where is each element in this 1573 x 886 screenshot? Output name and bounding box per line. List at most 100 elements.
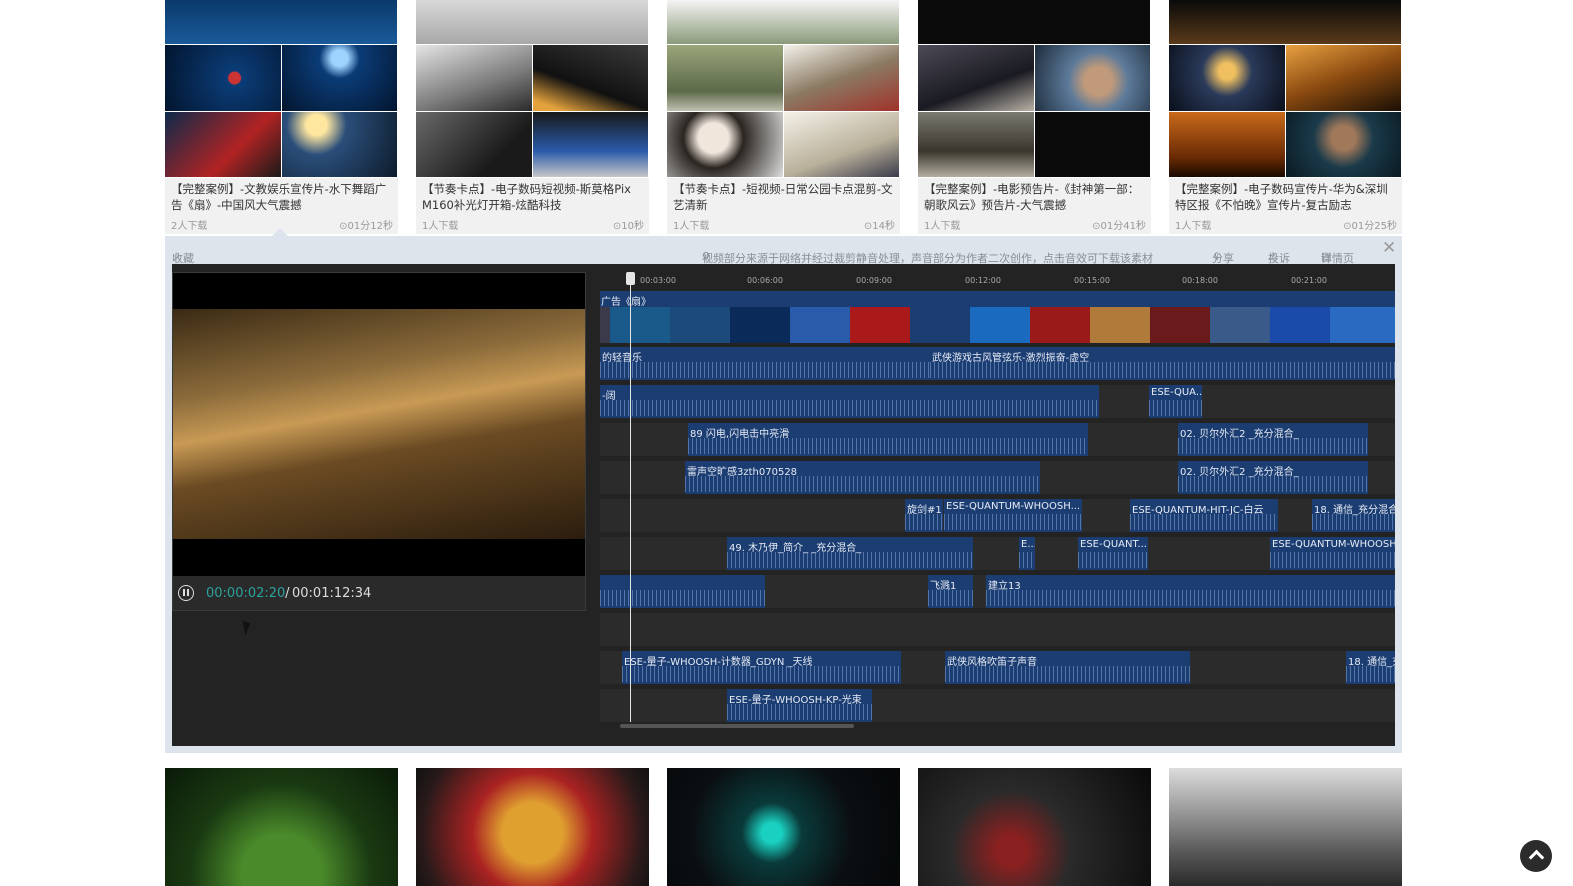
audio-clip[interactable]: 18. 通信_充 bbox=[1346, 651, 1395, 684]
duration: ⊙01分41秒 bbox=[1092, 221, 1146, 232]
audio-clip[interactable]: ESE-QUANTUM-WHOOSH... bbox=[944, 499, 1082, 532]
audio-clip[interactable]: ESE-量子-WHOOSH-KP-光束 bbox=[727, 689, 872, 722]
audio-track[interactable]: 49. 木乃伊_简介_ _充分混合_ E... ESE-QUANT... ESE… bbox=[600, 537, 1395, 570]
clock-icon: ⊙ bbox=[339, 221, 348, 232]
video-card[interactable] bbox=[667, 768, 900, 886]
card-title[interactable]: 【节奏卡点】-短视频-日常公园卡点混剪-文艺清新 bbox=[673, 181, 895, 213]
video-card[interactable] bbox=[165, 768, 398, 886]
playhead-handle[interactable] bbox=[626, 272, 635, 285]
current-time: 00:00:02:20 bbox=[206, 586, 286, 601]
card-title[interactable]: 【节奏卡点】-电子数码短视频-斯莫格Pix M160补光灯开箱-炫酷科技 bbox=[422, 181, 644, 213]
card-title[interactable]: 【完整案例】-电子数码宣传片-华为&深圳特区报《不怕晚》宣传片-复古励志 bbox=[1175, 181, 1397, 213]
card-meta: 1人下载 ⊙01分41秒 bbox=[924, 217, 1146, 232]
video-card[interactable]: 【完整案例】-文教娱乐宣传片-水下舞蹈广告《扇》-中国风大气震撼 2人下载 ⊙01… bbox=[165, 0, 398, 234]
video-card[interactable]: 【完整案例】-电子数码宣传片-华为&深圳特区报《不怕晚》宣传片-复古励志 1人下… bbox=[1169, 0, 1402, 234]
audio-track[interactable]: ESE-量子-WHOOSH-KP-光束 bbox=[600, 689, 1395, 722]
video-card[interactable]: 【节奏卡点】-短视频-日常公园卡点混剪-文艺清新 1人下载 ⊙14秒 bbox=[667, 0, 900, 234]
audio-clip[interactable]: 49. 木乃伊_简介_ _充分混合_ bbox=[727, 537, 973, 570]
clock-icon: ⊙ bbox=[612, 221, 622, 232]
clock-icon: ⊙ bbox=[1092, 221, 1101, 232]
card-thumbnail[interactable] bbox=[165, 0, 398, 178]
video-preview[interactable]: 00:00:02:20 / 00:01:12:34 bbox=[172, 272, 586, 611]
audio-track[interactable] bbox=[600, 613, 1395, 646]
ruler-tick: 00:03:00 bbox=[640, 276, 676, 285]
video-card[interactable] bbox=[416, 768, 649, 886]
pause-icon[interactable] bbox=[178, 585, 194, 601]
audio-clip[interactable]: 雷声空旷感3zth070528 bbox=[685, 461, 1040, 494]
audio-track[interactable]: ESE-量子-WHOOSH-计数器_GDYN _天线 武侠风格吹笛子声音 18.… bbox=[600, 651, 1395, 684]
total-time: 00:01:12:34 bbox=[292, 586, 372, 601]
ruler-tick: 00:06:00 bbox=[747, 276, 783, 285]
audio-clip[interactable]: ESE-量子-WHOOSH-计数器_GDYN _天线 bbox=[622, 651, 901, 684]
audio-clip[interactable]: -阔 bbox=[600, 385, 1099, 418]
card-meta: 1人下载 ⊙10秒 bbox=[422, 217, 644, 232]
audio-clip[interactable] bbox=[600, 575, 765, 608]
card-title[interactable]: 【完整案例】-文教娱乐宣传片-水下舞蹈广告《扇》-中国风大气震撼 bbox=[171, 181, 393, 213]
video-image bbox=[173, 309, 585, 539]
download-count: 1人下载 bbox=[1175, 221, 1212, 232]
audio-track[interactable]: 89 闪电,闪电击中亮滑 02. 贝尔外汇2 _充分混合_ bbox=[600, 423, 1395, 456]
card-meta: 1人下载 ⊙14秒 bbox=[673, 217, 895, 232]
audio-clip[interactable]: 旋剑#1 bbox=[905, 499, 943, 532]
playhead[interactable] bbox=[630, 272, 631, 722]
timeline-ruler[interactable]: 00:03:00 00:06:00 00:09:00 00:12:00 00:1… bbox=[600, 264, 1395, 290]
audio-track[interactable]: -阔 ESE-QUA... bbox=[600, 385, 1395, 418]
audio-track[interactable]: 雷声空旷感3zth070528 02. 贝尔外汇2 _充分混合_ bbox=[600, 461, 1395, 494]
audio-clip[interactable]: 的轻音乐 bbox=[600, 347, 930, 380]
video-card[interactable]: 【完整案例】-电影预告片-《封神第一部：朝歌风云》预告片-大气震撼 1人下载 ⊙0… bbox=[918, 0, 1151, 234]
card-thumbnail[interactable] bbox=[918, 0, 1151, 178]
audio-clip[interactable]: ESE-QUANTUM-WHOOSH bbox=[1270, 537, 1395, 570]
duration: ⊙01分25秒 bbox=[1343, 221, 1397, 232]
audio-clip[interactable]: 18. 通信_充分混合 bbox=[1312, 499, 1395, 532]
video-card[interactable] bbox=[1169, 768, 1402, 886]
preview-panel: ☆ 收藏 ⚲ 视频部分来源于网络并经过裁剪静音处理，声音部分为作者二次创作，点击… bbox=[165, 236, 1402, 753]
card-meta: 1人下载 ⊙01分25秒 bbox=[1175, 217, 1397, 232]
duration: ⊙14秒 bbox=[863, 221, 895, 232]
video-filmstrip bbox=[600, 307, 1395, 343]
audio-clip[interactable]: E... bbox=[1019, 537, 1035, 570]
duration: ⊙01分12秒 bbox=[339, 221, 393, 232]
download-count: 1人下载 bbox=[673, 221, 710, 232]
chevron-up-icon bbox=[1528, 849, 1545, 866]
video-card[interactable]: 【节奏卡点】-电子数码短视频-斯莫格Pix M160补光灯开箱-炫酷科技 1人下… bbox=[416, 0, 649, 234]
audio-clip[interactable]: 武侠游戏古风管弦乐-激烈振奋-虚空 bbox=[930, 347, 1395, 380]
ruler-tick: 00:21:00 bbox=[1291, 276, 1327, 285]
audio-track[interactable]: 旋剑#1 ESE-QUANTUM-WHOOSH... ESE-QUANTUM-H… bbox=[600, 499, 1395, 532]
card-thumbnail[interactable] bbox=[1169, 0, 1402, 178]
audio-clip[interactable]: ESE-QUANTUM-HIT-JC-白云 bbox=[1130, 499, 1278, 532]
editor-area: 00:00:02:20 / 00:01:12:34 00:03:00 00:06… bbox=[172, 264, 1395, 746]
audio-clip[interactable]: 02. 贝尔外汇2 _充分混合_ bbox=[1178, 423, 1368, 456]
card-thumbnail[interactable] bbox=[667, 0, 900, 178]
audio-clip[interactable]: 89 闪电,闪电击中亮滑 bbox=[688, 423, 1088, 456]
audio-clip[interactable]: 02. 贝尔外汇2 _充分混合_ bbox=[1178, 461, 1368, 494]
audio-clip[interactable]: ESE-QUANT... bbox=[1078, 537, 1148, 570]
clock-icon: ⊙ bbox=[863, 221, 873, 232]
audio-clip[interactable]: 武侠风格吹笛子声音 bbox=[945, 651, 1190, 684]
ruler-tick: 00:15:00 bbox=[1074, 276, 1110, 285]
video-frame[interactable] bbox=[173, 273, 585, 576]
download-count: 2人下载 bbox=[171, 221, 208, 232]
clock-icon: ⊙ bbox=[1343, 221, 1352, 232]
audio-clip[interactable]: 飞溅1 bbox=[928, 575, 973, 608]
back-to-top-button[interactable] bbox=[1520, 840, 1552, 872]
selection-pointer bbox=[272, 228, 288, 236]
audio-track[interactable]: 的轻音乐 武侠游戏古风管弦乐-激烈振奋-虚空 bbox=[600, 347, 1395, 380]
audio-clip[interactable]: ESE-QUA... bbox=[1149, 385, 1202, 418]
video-card[interactable] bbox=[918, 768, 1151, 886]
close-icon[interactable]: ✕ bbox=[1382, 238, 1396, 258]
panel-toolbar: ☆ 收藏 ⚲ 视频部分来源于网络并经过裁剪静音处理，声音部分为作者二次创作，点击… bbox=[172, 238, 1397, 265]
player-controls: 00:00:02:20 / 00:01:12:34 bbox=[173, 578, 585, 610]
card-thumbnail[interactable] bbox=[416, 0, 649, 178]
timeline[interactable]: 00:03:00 00:06:00 00:09:00 00:12:00 00:1… bbox=[600, 264, 1395, 734]
ruler-tick: 00:12:00 bbox=[965, 276, 1001, 285]
duration: ⊙10秒 bbox=[612, 221, 644, 232]
video-track[interactable]: 广告《扇》 bbox=[600, 291, 1395, 343]
card-title[interactable]: 【完整案例】-电影预告片-《封神第一部：朝歌风云》预告片-大气震撼 bbox=[924, 181, 1146, 213]
ruler-tick: 00:18:00 bbox=[1182, 276, 1218, 285]
audio-clip[interactable]: 建立13 bbox=[986, 575, 1395, 608]
download-count: 1人下载 bbox=[924, 221, 961, 232]
timeline-scrollbar[interactable] bbox=[620, 724, 854, 728]
video-track-label: 广告《扇》 bbox=[601, 297, 651, 308]
audio-track[interactable]: 飞溅1 建立13 bbox=[600, 575, 1395, 608]
download-count: 1人下载 bbox=[422, 221, 459, 232]
